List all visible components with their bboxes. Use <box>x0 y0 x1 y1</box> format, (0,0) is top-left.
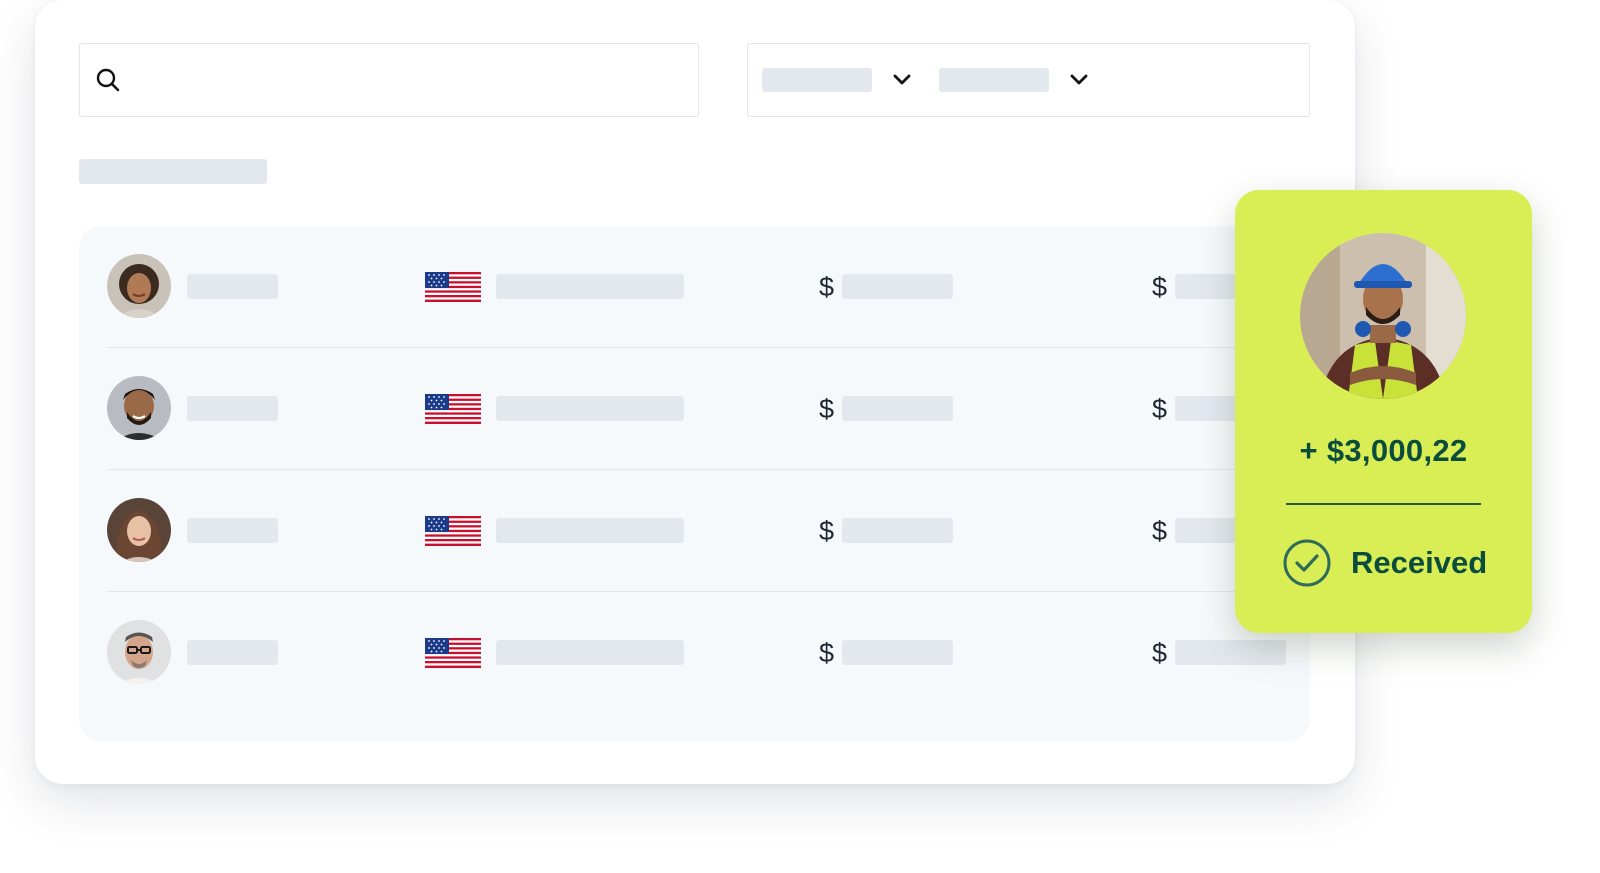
avatar <box>107 620 171 684</box>
amount-placeholder <box>1175 640 1286 665</box>
us-flag-icon <box>425 272 481 302</box>
card-divider <box>1286 503 1481 505</box>
payment-status: Received <box>1351 545 1488 580</box>
filter-placeholder <box>939 68 1049 92</box>
payments-panel: $ $ $ $ $ $ $ $ <box>35 0 1355 784</box>
check-circle-icon <box>1283 539 1331 587</box>
currency-symbol: $ <box>819 394 835 424</box>
avatar <box>107 254 171 318</box>
table-row[interactable]: $ $ <box>107 592 1287 714</box>
chevron-down-icon <box>893 74 911 85</box>
amount-placeholder <box>842 274 953 299</box>
country-placeholder <box>496 640 684 665</box>
payment-amount: + $3,000,22 <box>1299 433 1468 468</box>
filter-bar <box>747 43 1310 117</box>
amount-placeholder <box>842 518 953 543</box>
name-placeholder <box>187 274 278 299</box>
search-icon <box>96 68 120 92</box>
currency-symbol: $ <box>1152 516 1168 546</box>
us-flag-icon <box>425 394 481 424</box>
search-input[interactable] <box>79 43 699 117</box>
currency-symbol: $ <box>819 638 835 668</box>
section-title-placeholder <box>79 159 267 184</box>
amount-placeholder <box>842 640 953 665</box>
table-row[interactable]: $ $ <box>107 470 1287 592</box>
amount-placeholder <box>842 396 953 421</box>
name-placeholder <box>187 396 278 421</box>
name-placeholder <box>187 518 278 543</box>
currency-symbol: $ <box>1152 272 1168 302</box>
avatar <box>107 498 171 562</box>
table-row[interactable]: $ $ <box>107 348 1287 470</box>
filter-placeholder <box>762 68 872 92</box>
table-row[interactable]: $ $ <box>107 226 1287 348</box>
country-placeholder <box>496 396 684 421</box>
avatar <box>107 376 171 440</box>
avatar <box>1300 233 1466 399</box>
payment-received-card: + $3,000,22 Received <box>1235 190 1532 633</box>
currency-symbol: $ <box>819 516 835 546</box>
chevron-down-icon <box>1070 74 1088 85</box>
currency-symbol: $ <box>819 272 835 302</box>
us-flag-icon <box>425 638 481 668</box>
currency-symbol: $ <box>1152 394 1168 424</box>
us-flag-icon <box>425 516 481 546</box>
currency-symbol: $ <box>1152 638 1168 668</box>
payments-table: $ $ $ $ $ $ $ $ <box>79 226 1310 741</box>
name-placeholder <box>187 640 278 665</box>
country-placeholder <box>496 518 684 543</box>
country-placeholder <box>496 274 684 299</box>
